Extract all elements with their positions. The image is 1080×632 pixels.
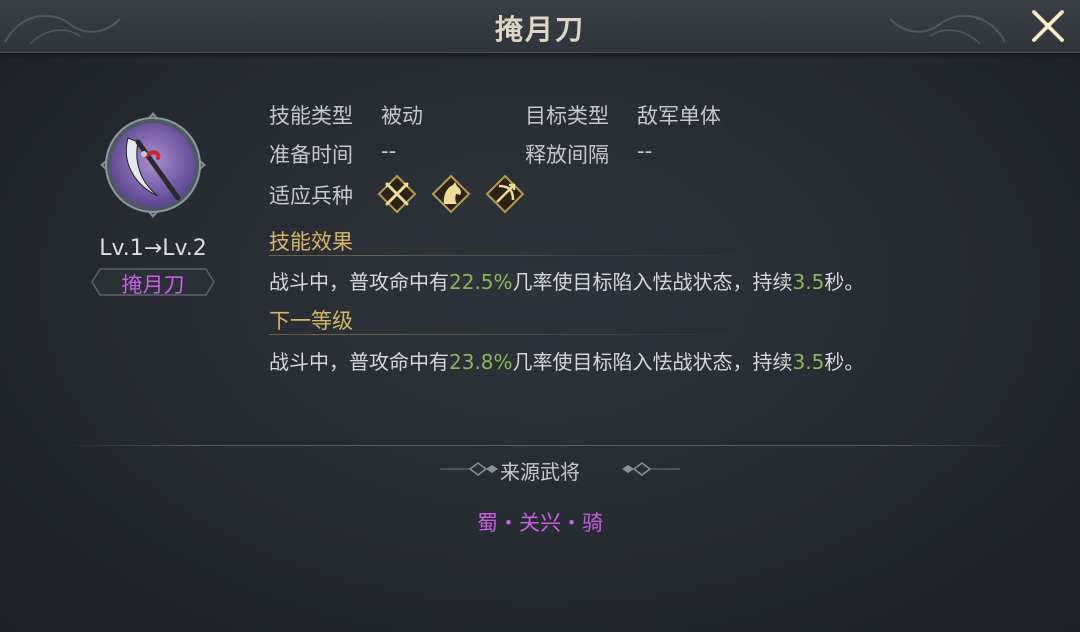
crossed-spears-icon[interactable]	[377, 174, 417, 214]
close-x-icon[interactable]	[1030, 8, 1066, 44]
source-general-link[interactable]: 蜀・关兴・骑	[0, 507, 1080, 537]
prep-time-label: 准备时间	[269, 143, 353, 167]
effect-text-2: 几率使目标陷入怯战状态，持续	[512, 270, 793, 294]
skill-name-badge: 掩月刀	[90, 267, 216, 297]
title-bar: 掩月刀	[0, 0, 1080, 53]
effect-text-3: 秒。	[824, 270, 865, 294]
section-divider	[62, 445, 1020, 446]
cooldown-value: --	[637, 139, 653, 163]
next-text-2: 几率使目标陷入怯战状态，持续	[512, 350, 793, 374]
next-level-heading-underline	[269, 334, 769, 335]
source-heading: 来源武将	[500, 460, 580, 484]
level-progress: Lv.1→Lv.2	[99, 236, 207, 261]
prep-time-value: --	[381, 139, 397, 163]
effect-heading-underline	[269, 255, 769, 256]
skill-name: 掩月刀	[121, 273, 185, 297]
skill-type-value: 被动	[381, 104, 423, 128]
target-type-value: 敌军单体	[637, 104, 721, 128]
skill-icon-frame	[100, 112, 206, 218]
target-type-label: 目标类型	[525, 104, 609, 128]
close-button[interactable]	[1030, 8, 1066, 44]
next-duration: 3.5	[792, 350, 825, 374]
next-level-heading: 下一等级	[269, 309, 353, 333]
effect-description: 战斗中，普攻命中有22.5%几率使目标陷入怯战状态，持续3.5秒。	[269, 266, 864, 295]
bow-icon[interactable]	[485, 174, 525, 214]
next-chance: 23.8%	[449, 350, 513, 374]
cooldown-label: 释放间隔	[525, 143, 609, 167]
effect-heading: 技能效果	[269, 230, 353, 254]
effect-duration: 3.5	[792, 270, 825, 294]
next-text-1: 战斗中，普攻命中有	[269, 350, 449, 374]
effect-text-1: 战斗中，普攻命中有	[269, 270, 449, 294]
effect-chance: 22.5%	[449, 270, 513, 294]
next-text-3: 秒。	[824, 350, 865, 374]
unit-types-label: 适应兵种	[269, 184, 353, 208]
next-level-description: 战斗中，普攻命中有23.8%几率使目标陷入怯战状态，持续3.5秒。	[269, 346, 864, 375]
skill-type-label: 技能类型	[269, 104, 353, 128]
page-title: 掩月刀	[494, 13, 585, 46]
horse-head-icon[interactable]	[431, 174, 471, 214]
